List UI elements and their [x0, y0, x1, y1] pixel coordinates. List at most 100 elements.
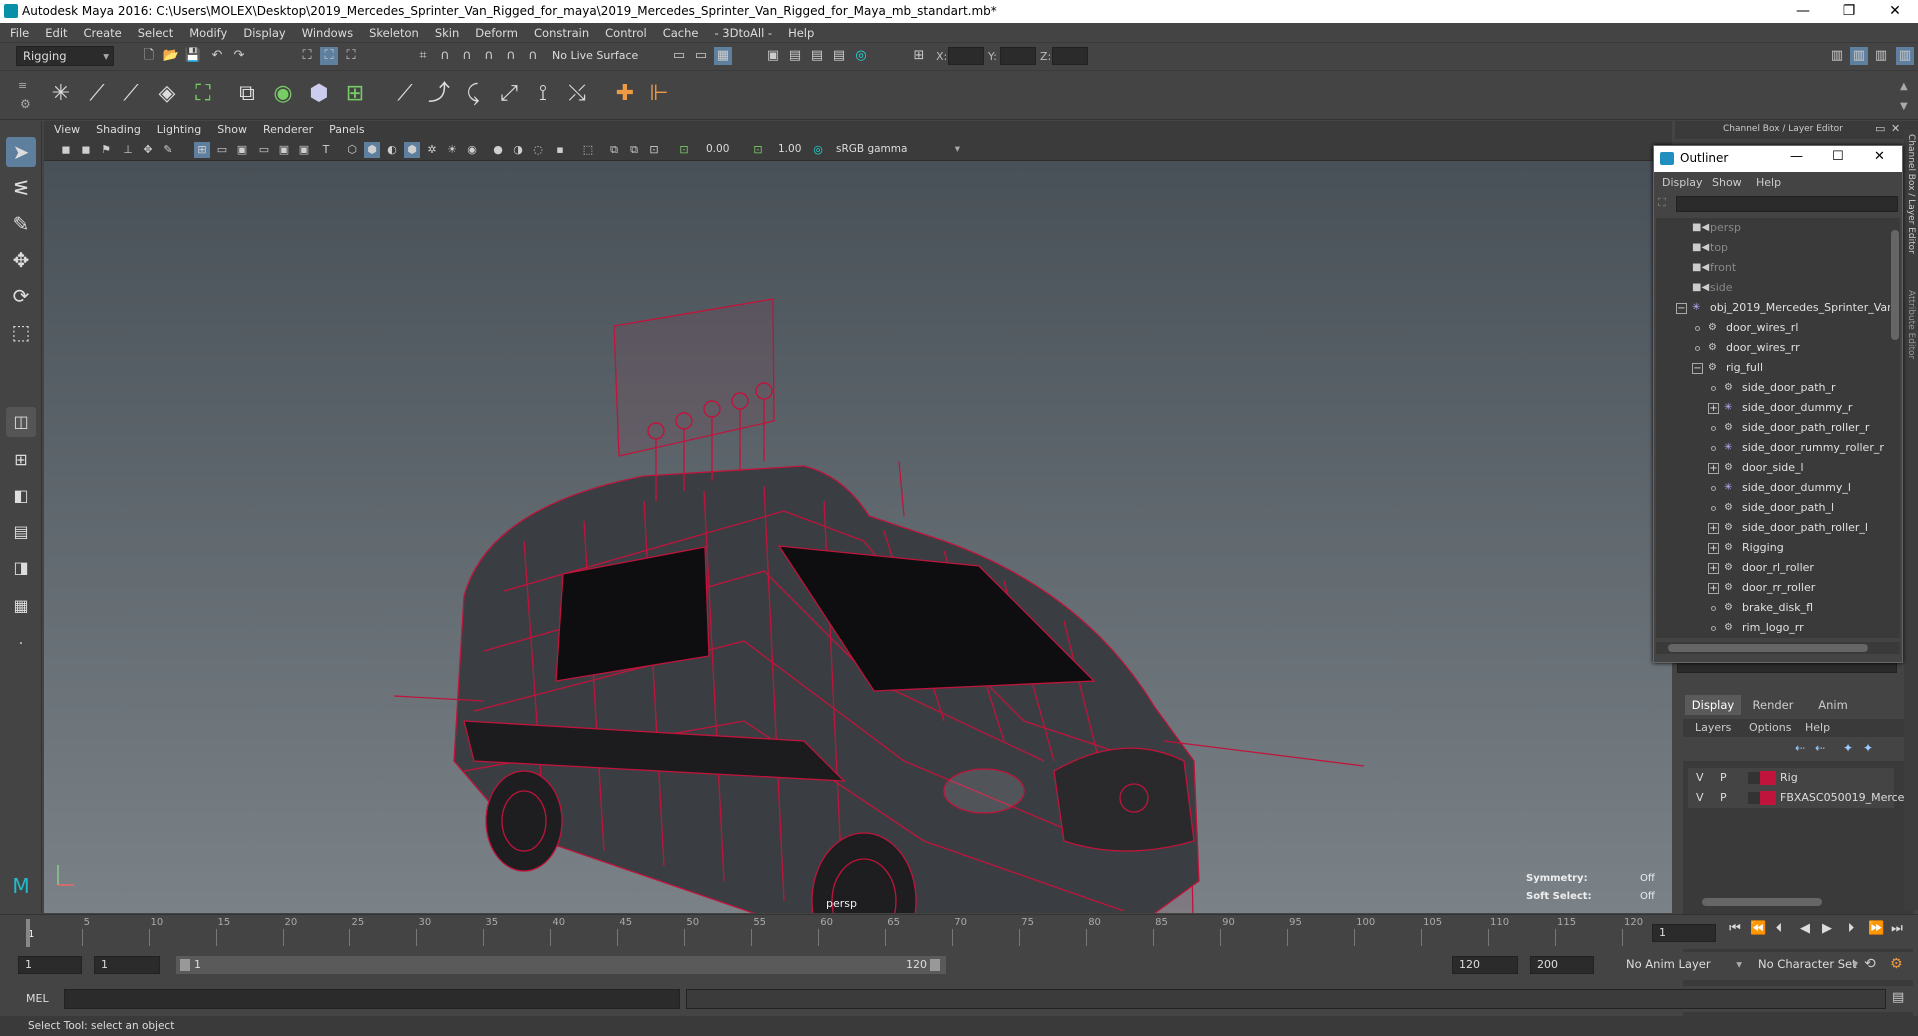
exposure-value[interactable]: 0.00 [706, 143, 729, 155]
insert-joint-icon[interactable]: ◈ [152, 79, 182, 109]
menu-help[interactable]: Help [780, 23, 822, 43]
tab-anim[interactable]: Anim [1805, 695, 1861, 715]
tool-settings-icon[interactable]: ▥ [1872, 47, 1890, 65]
vp-menu-view[interactable]: View [44, 121, 88, 139]
layer-menu-layers[interactable]: Layers [1695, 721, 1731, 734]
z-field[interactable] [1052, 47, 1088, 65]
current-frame-field[interactable]: 1 [1652, 924, 1716, 942]
layer-name[interactable]: FBXASC050019_Merced [1780, 788, 1911, 808]
render-view-icon[interactable]: ▣ [764, 47, 782, 65]
van-wireframe-model[interactable] [44, 121, 1672, 913]
expand-icon[interactable]: + [1708, 543, 1719, 554]
output-ops-icon[interactable]: ▭ [692, 47, 710, 65]
outliner-item[interactable]: + ✳ side_door_dummy_r [1656, 398, 1890, 418]
outliner-maximize-icon[interactable]: ☐ [1832, 149, 1844, 164]
outliner-hscroll-thumb[interactable] [1668, 644, 1868, 652]
outliner-hscroll[interactable] [1656, 642, 1900, 654]
auto-key-icon[interactable]: ⟲ [1864, 956, 1876, 972]
x-field[interactable] [948, 47, 984, 65]
playback-start-field[interactable]: 1 [94, 956, 160, 974]
outliner-item[interactable]: ⚙ door_wires_rr [1656, 338, 1890, 358]
outliner-item[interactable]: ✳ side_door_rummy_roller_r [1656, 438, 1890, 458]
bookmark-icon[interactable]: ⚑ [98, 142, 114, 158]
character-set-dropdown[interactable]: No Character Set [1752, 955, 1862, 975]
range-end-handle[interactable] [930, 959, 940, 971]
menu-skeleton[interactable]: Skeleton [361, 23, 427, 43]
vp-menu-panels[interactable]: Panels [321, 121, 372, 139]
open-scene-icon[interactable]: 📂 [162, 47, 180, 65]
shelf-menu-icon[interactable]: ≡ [18, 79, 27, 92]
side-tab-attribute-editor[interactable]: Attribute Editor [1906, 290, 1916, 359]
redo-icon[interactable]: ↷ [230, 47, 248, 65]
layer-name[interactable]: Rig [1780, 768, 1798, 788]
playback-end-field[interactable]: 120 [1452, 956, 1518, 974]
viewport-persp[interactable]: persp Symmetry: Off Soft Select: Off [44, 121, 1672, 913]
collapse-icon[interactable]: − [1676, 303, 1687, 314]
outliner-filter-icon[interactable]: ⛶ [1658, 196, 1674, 212]
xray-joints-icon[interactable]: ⊡ [646, 142, 662, 158]
lasso-tool-icon[interactable]: ᓬ [6, 173, 36, 203]
menu-display[interactable]: Display [235, 23, 293, 43]
depth-of-field-icon[interactable]: ▪ [552, 142, 568, 158]
step-forward-key-icon[interactable]: ⏩ [1868, 921, 1884, 937]
script-editor-icon[interactable]: ▤ [1892, 990, 1904, 1005]
expand-icon[interactable]: + [1708, 583, 1719, 594]
magnet-icon[interactable]: ∩ [524, 47, 542, 65]
safe-title-icon[interactable]: T [318, 142, 334, 158]
layer-playback-toggle[interactable]: P [1720, 788, 1727, 808]
input-ops-icon[interactable]: ▭ [670, 47, 688, 65]
menu-select[interactable]: Select [130, 23, 181, 43]
four-view-icon[interactable]: ⊞ [6, 445, 36, 475]
maya-home-icon[interactable]: M [6, 871, 36, 901]
layer-menu-help[interactable]: Help [1805, 721, 1830, 734]
vp-menu-renderer[interactable]: Renderer [255, 121, 321, 139]
menu-3dtoall[interactable]: - 3DtoAll - [706, 23, 780, 43]
aim-constraint-icon[interactable]: ⤴ [424, 79, 454, 109]
outliner-menu-help[interactable]: Help [1756, 176, 1781, 189]
textured-icon[interactable]: ✲ [424, 142, 440, 158]
layer-scroll-thumb[interactable] [1702, 898, 1822, 906]
vp-menu-show[interactable]: Show [209, 121, 255, 139]
gate-mask-icon[interactable]: ▭ [256, 142, 272, 158]
expand-icon[interactable]: + [1708, 463, 1719, 474]
camera-select-icon[interactable]: ◼ [58, 142, 74, 158]
minimize-button[interactable]: — [1780, 0, 1826, 23]
menu-deform[interactable]: Deform [467, 23, 526, 43]
single-view-icon[interactable]: ◫ [6, 407, 36, 437]
layer-scrollbar[interactable] [1688, 896, 1894, 908]
outliner-layout-icon[interactable]: ▦ [6, 591, 36, 621]
camera-attributes-icon[interactable]: ◼ [78, 142, 94, 158]
layer-visibility-toggle[interactable]: V [1696, 788, 1704, 808]
safe-action-icon[interactable]: ▣ [296, 142, 312, 158]
outliner-item[interactable]: ■◀ front [1656, 258, 1890, 278]
layer-menu-options[interactable]: Options [1749, 721, 1791, 734]
render-frame-icon[interactable]: ▤ [786, 47, 804, 65]
menu-skin[interactable]: Skin [427, 23, 467, 43]
new-scene-icon[interactable]: 🗋 [140, 47, 158, 65]
tab-render[interactable]: Render [1745, 695, 1801, 715]
gamma-icon[interactable]: ⊡ [750, 142, 766, 158]
go-to-start-icon[interactable]: ⏮ [1728, 921, 1742, 937]
go-to-end-icon[interactable]: ⏭ [1890, 921, 1904, 937]
menu-edit[interactable]: Edit [37, 23, 75, 43]
shelf-scroll-down-icon[interactable]: ▼ [1900, 101, 1908, 112]
play-forwards-icon[interactable]: ▶ [1820, 921, 1834, 937]
command-input[interactable] [64, 989, 680, 1009]
rotate-tool-icon[interactable]: ⟳ [6, 281, 36, 311]
hypershade-icon[interactable]: ◎ [852, 47, 870, 65]
paint-weights-icon[interactable]: ◉ [268, 79, 298, 109]
command-language-label[interactable]: MEL [26, 992, 49, 1005]
create-joint-icon[interactable]: ✳ [46, 79, 76, 109]
step-back-frame-icon[interactable]: ⏴ [1772, 921, 1786, 937]
layer-row[interactable]: V P FBXASC050019_Merced [1688, 788, 1911, 808]
close-button[interactable]: ✕ [1872, 0, 1918, 23]
expand-icon[interactable]: + [1708, 563, 1719, 574]
menu-modify[interactable]: Modify [181, 23, 235, 43]
outliner-item[interactable]: ■◀ top [1656, 238, 1890, 258]
outliner-close-icon[interactable]: ✕ [1874, 149, 1885, 164]
resolution-gate-icon[interactable]: ▣ [234, 142, 250, 158]
animation-preferences-icon[interactable]: ⚙ [1890, 956, 1903, 972]
animation-end-field[interactable]: 200 [1530, 956, 1594, 974]
animation-start-field[interactable]: 1 [18, 956, 82, 974]
point-constraint-icon[interactable]: ⟋ [390, 79, 420, 109]
